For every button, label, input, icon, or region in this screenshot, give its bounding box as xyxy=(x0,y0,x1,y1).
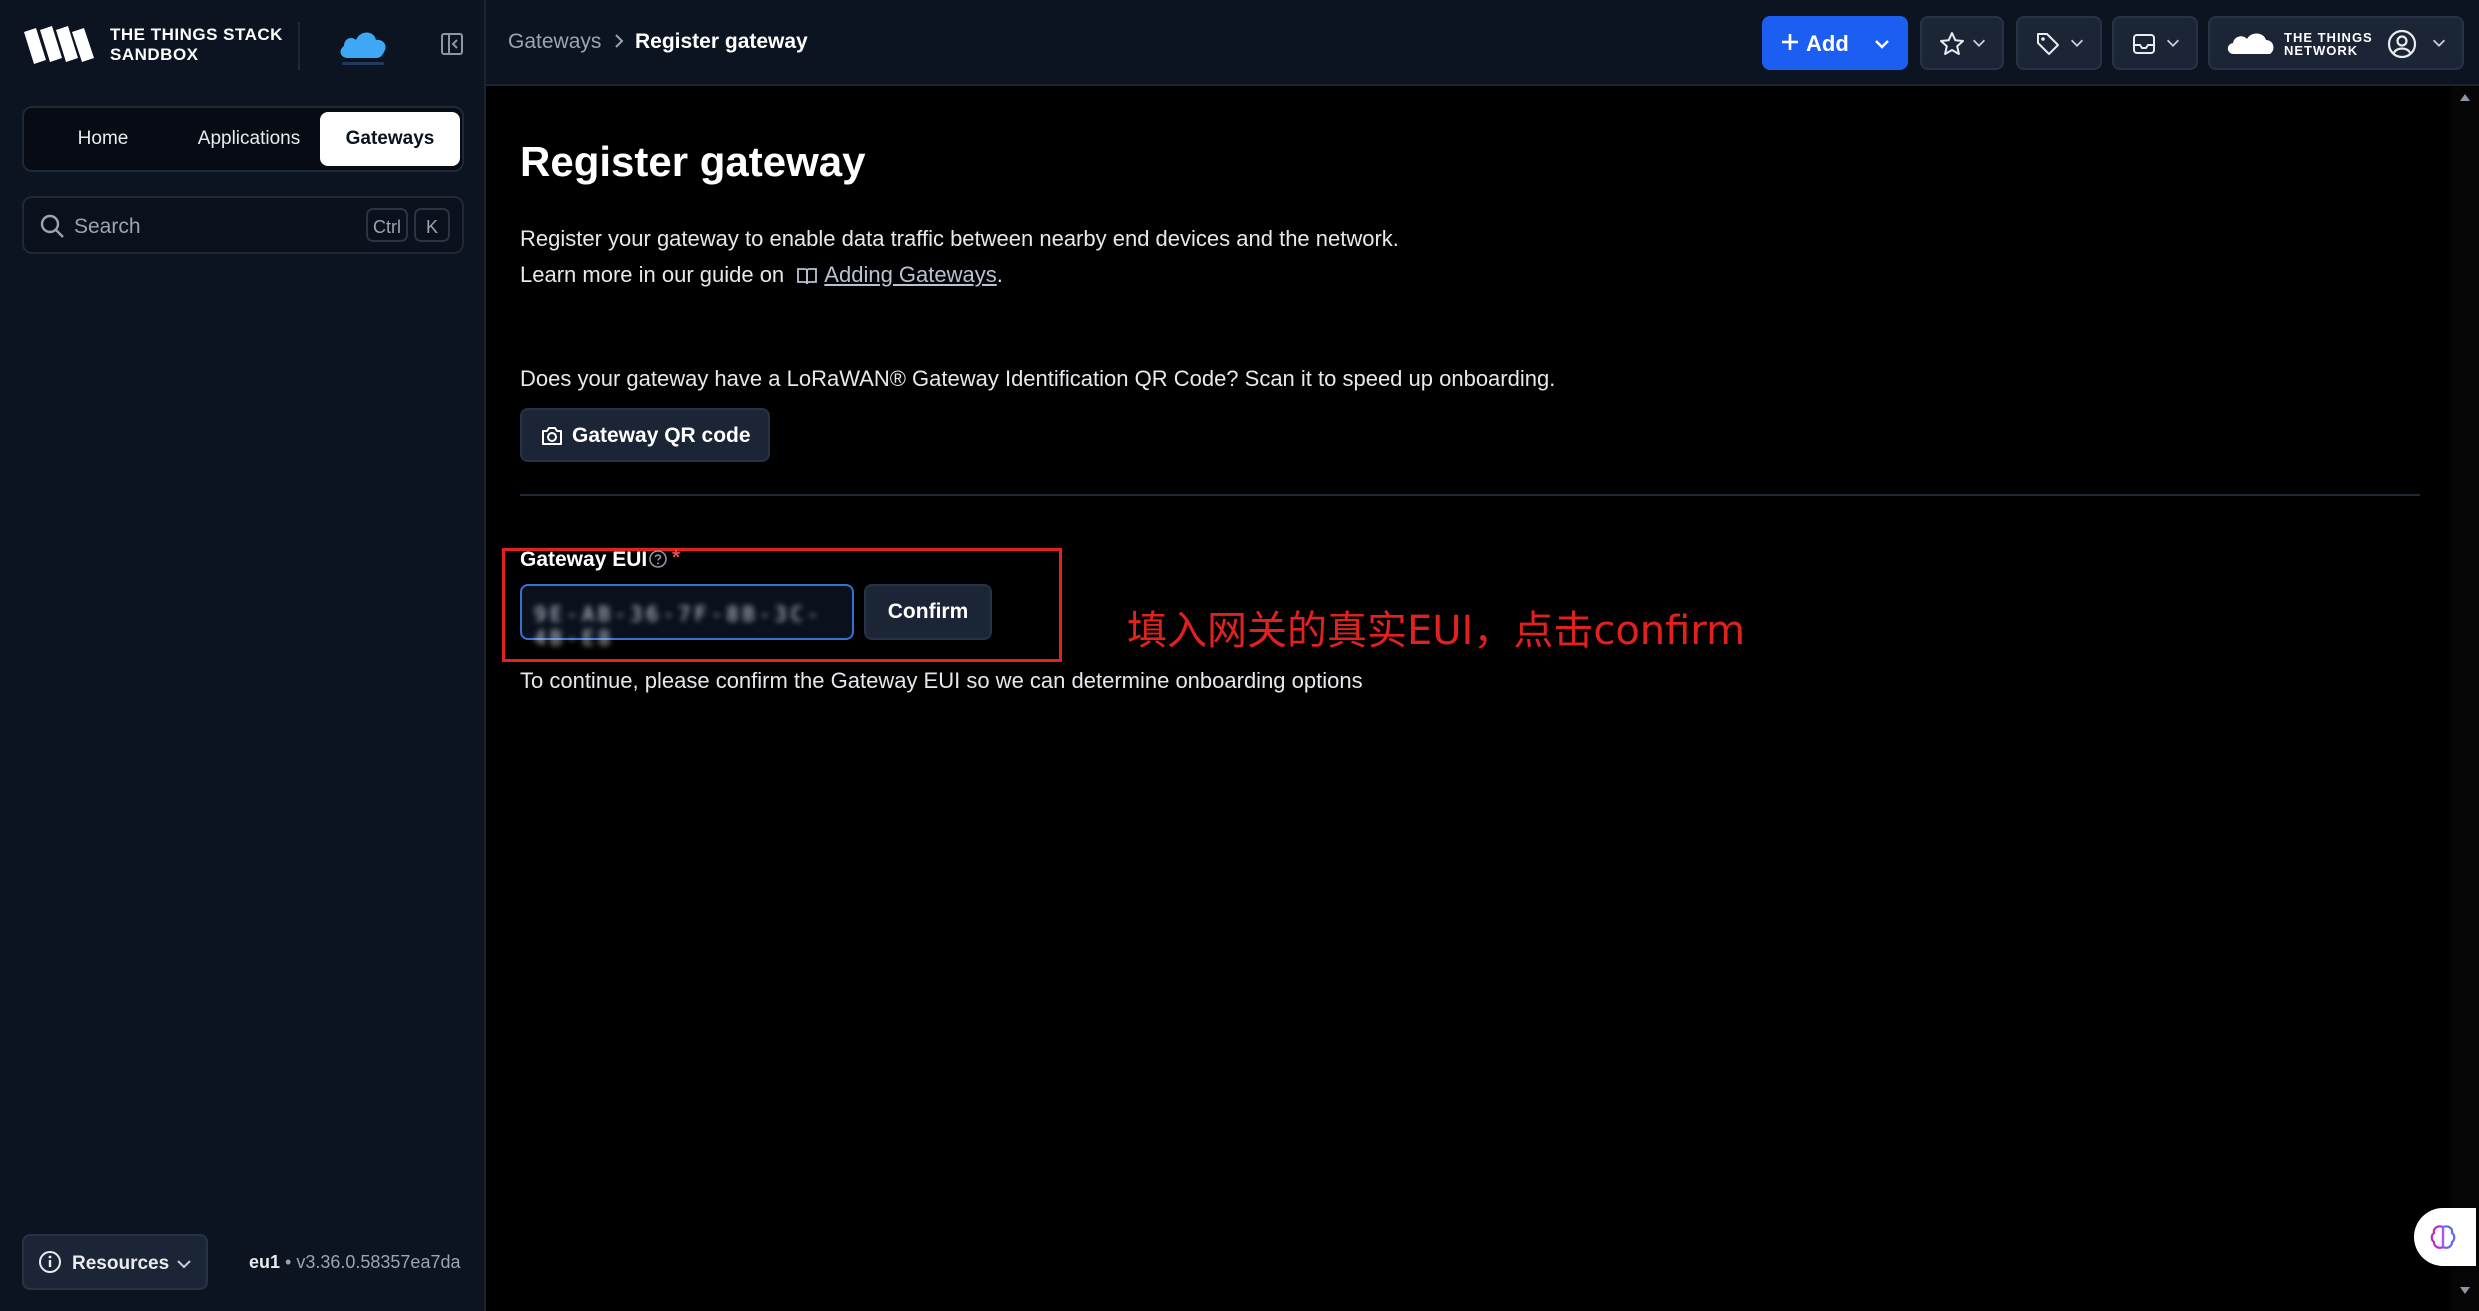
gateway-qr-button[interactable]: Gateway QR code xyxy=(520,408,770,462)
help-icon[interactable] xyxy=(648,549,668,569)
guide-suffix: . xyxy=(996,262,1003,287)
gateway-eui-value: 9E-AB-36-7F-8B-3C-4B-E8 xyxy=(534,602,823,650)
qr-question: Does your gateway have a LoRaWAN® Gatewa… xyxy=(520,366,1556,391)
camera-icon xyxy=(542,427,562,445)
tab-home[interactable]: Home xyxy=(48,112,158,166)
add-label: Add xyxy=(1806,31,1849,56)
network-cloud-icon xyxy=(2227,33,2274,54)
book-icon xyxy=(797,268,818,285)
top-bar: Gateways Register gateway Add THE THINGS… xyxy=(486,0,2479,86)
app-name-line2: SANDBOX xyxy=(110,45,199,64)
plus-icon xyxy=(1782,34,1798,50)
page-description: Register your gateway to enable data tra… xyxy=(520,226,1399,251)
scroll-down-icon[interactable] xyxy=(2459,1286,2471,1296)
section-divider xyxy=(520,494,2420,496)
guide-text: Learn more in our guide on Adding Gatewa… xyxy=(520,262,1003,288)
inbox-icon xyxy=(2133,34,2155,54)
confirm-button[interactable]: Confirm xyxy=(864,584,992,640)
page-title: Register gateway xyxy=(520,138,866,185)
app-name: THE THINGS STACK SANDBOX xyxy=(110,25,283,65)
shortcut-k: K xyxy=(414,208,450,242)
gateway-qr-label: Gateway QR code xyxy=(572,424,751,447)
sidebar: THE THINGS STACK SANDBOX Home Applicatio… xyxy=(0,0,486,1311)
logo-divider xyxy=(298,22,300,70)
notifications-tag-button[interactable] xyxy=(2016,16,2102,70)
profile-button[interactable]: THE THINGS NETWORK xyxy=(2208,16,2464,70)
chevron-down-icon xyxy=(1972,39,1986,47)
breadcrumb-gateways[interactable]: Gateways xyxy=(508,30,601,54)
version-info: eu1 • v3.36.0.58357ea7da xyxy=(249,1252,461,1273)
assistant-widget[interactable] xyxy=(2414,1208,2476,1266)
tag-icon xyxy=(2037,33,2059,55)
tab-applications[interactable]: Applications xyxy=(174,112,324,166)
cluster-name: eu1 xyxy=(249,1252,281,1272)
main-nav: Home Applications Gateways xyxy=(22,106,464,172)
page-scrollbar[interactable] xyxy=(2450,86,2479,1311)
chevron-down-icon xyxy=(177,1260,191,1269)
chevron-down-icon xyxy=(1875,40,1889,49)
chevron-down-icon xyxy=(2432,39,2446,47)
version-string: • v3.36.0.58357ea7da xyxy=(280,1252,461,1272)
network-name-line2: NETWORK xyxy=(2284,43,2359,58)
info-icon xyxy=(39,1251,61,1273)
app-logo[interactable]: THE THINGS STACK SANDBOX xyxy=(22,24,283,66)
user-avatar-icon xyxy=(2387,29,2417,59)
cloud-logo-icon xyxy=(340,32,386,65)
confirm-hint: To continue, please confirm the Gateway … xyxy=(520,668,1363,693)
chevron-right-icon xyxy=(615,34,624,48)
inbox-button[interactable] xyxy=(2112,16,2198,70)
tab-gateways[interactable]: Gateways xyxy=(320,112,460,166)
gateway-eui-label: Gateway EUI xyxy=(520,548,648,571)
required-marker: * xyxy=(672,546,681,569)
bookmarks-button[interactable] xyxy=(1920,16,2004,70)
resources-label: Resources xyxy=(72,1253,170,1274)
add-button[interactable]: Add xyxy=(1762,16,1908,70)
main-content: Register gateway Register your gateway t… xyxy=(486,86,2446,1311)
star-icon xyxy=(1940,32,1964,55)
gateway-eui-input[interactable]: 9E-AB-36-7F-8B-3C-4B-E8 xyxy=(520,584,854,650)
adding-gateways-link[interactable]: Adding Gateways xyxy=(824,262,996,287)
shortcut-ctrl: Ctrl xyxy=(366,208,408,242)
search-input[interactable]: Search Ctrl K xyxy=(22,196,464,254)
search-icon xyxy=(40,214,64,238)
scroll-up-icon[interactable] xyxy=(2459,92,2471,102)
annotation-text: 填入网关的真实EUI，点击confirm xyxy=(1127,608,1746,654)
breadcrumb-current: Register gateway xyxy=(635,30,808,53)
stack-logo-icon xyxy=(24,26,94,64)
app-name-line1: THE THINGS STACK xyxy=(110,25,283,44)
network-name: THE THINGS NETWORK xyxy=(2284,31,2373,57)
search-placeholder: Search xyxy=(74,215,141,238)
chevron-down-icon xyxy=(2166,39,2180,47)
brain-icon xyxy=(2430,1225,2456,1249)
sidebar-collapse-icon[interactable] xyxy=(438,30,466,58)
guide-prefix: Learn more in our guide on xyxy=(520,262,785,287)
chevron-down-icon xyxy=(2070,39,2084,47)
resources-button[interactable]: Resources xyxy=(22,1234,208,1290)
